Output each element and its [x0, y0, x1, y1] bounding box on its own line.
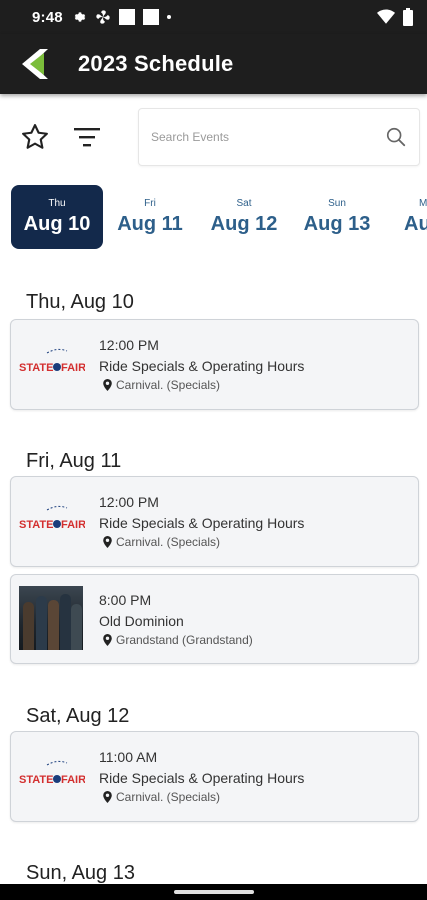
- date-tab-date: Aug 10: [23, 213, 91, 235]
- state-fair-logo: STATE FAIR: [17, 487, 85, 553]
- back-arrow-icon: [22, 49, 48, 79]
- section-heading: Sat, Aug 12: [26, 705, 130, 727]
- app-header: 2023 Schedule: [0, 34, 427, 94]
- state-fair-logo-text-left: STATE: [19, 519, 53, 531]
- state-fair-logo-text-right: FAIR: [61, 774, 85, 786]
- section-heading: Sun, Aug 13: [26, 862, 135, 884]
- date-tab-weekday: Sat: [236, 198, 252, 209]
- date-tab-date: Au: [404, 213, 427, 235]
- event-time: 11:00 AM: [99, 749, 158, 765]
- state-fair-logo: STATE FAIR: [17, 330, 85, 396]
- system-navigation-bar: [0, 884, 427, 900]
- date-tab-weekday: Thu: [48, 198, 66, 209]
- date-tab-date: Aug 13: [303, 213, 371, 235]
- status-system-icons: [377, 8, 413, 26]
- event-time: 12:00 PM: [99, 337, 159, 353]
- dot-icon: [166, 15, 171, 19]
- search-input[interactable]: [151, 130, 385, 144]
- favorites-button[interactable]: [20, 122, 50, 152]
- search-box[interactable]: [138, 108, 420, 166]
- date-tab-weekday: Fri: [144, 198, 156, 209]
- status-notification-icons: [73, 9, 171, 25]
- toolbar: [0, 106, 427, 168]
- event-time: 8:00 PM: [99, 592, 152, 608]
- event-card[interactable]: STATE FAIR 12:00 PM Ride Specials & Oper…: [10, 476, 419, 567]
- location-pin-icon: [103, 536, 112, 548]
- event-location: Carnival. (Specials): [103, 378, 220, 392]
- event-location: Carnival. (Specials): [103, 535, 220, 549]
- date-tab-aug-12[interactable]: Sat Aug 12: [198, 185, 290, 249]
- battery-icon: [403, 8, 413, 26]
- back-button[interactable]: [4, 34, 64, 94]
- event-location-text: Grandstand (Grandstand): [116, 633, 253, 647]
- date-tab-weekday: M: [419, 198, 427, 209]
- wifi-icon: [377, 9, 395, 24]
- event-location-text: Carnival. (Specials): [116, 378, 221, 392]
- event-title: Ride Specials & Operating Hours: [99, 770, 305, 786]
- section-heading: Thu, Aug 10: [26, 291, 134, 313]
- status-time: 9:48: [32, 8, 63, 26]
- date-tab-weekday: Sun: [328, 198, 346, 209]
- date-tab-aug-14[interactable]: M Au: [385, 185, 427, 249]
- event-time: 12:00 PM: [99, 494, 159, 510]
- event-card[interactable]: 8:00 PM Old Dominion Grandstand (Grandst…: [10, 574, 419, 664]
- date-tab-aug-10[interactable]: Thu Aug 10: [11, 185, 103, 249]
- notification-square-icon: [142, 9, 159, 25]
- gear-icon: [74, 12, 86, 22]
- fan-icon: [96, 10, 110, 24]
- status-bar: 9:48: [0, 0, 427, 34]
- notification-square-icon: [118, 9, 135, 25]
- star-icon: [22, 124, 48, 149]
- filter-button[interactable]: [72, 124, 102, 150]
- location-pin-icon: [103, 791, 112, 803]
- state-fair-logo: STATE FAIR: [17, 742, 85, 808]
- state-fair-logo-text-right: FAIR: [61, 519, 85, 531]
- home-gesture-handle[interactable]: [174, 890, 254, 894]
- date-tab-aug-13[interactable]: Sun Aug 13: [291, 185, 383, 249]
- event-title: Ride Specials & Operating Hours: [99, 358, 305, 374]
- location-pin-icon: [103, 634, 112, 646]
- page-title: 2023 Schedule: [78, 51, 234, 76]
- state-fair-logo-text-right: FAIR: [61, 362, 85, 374]
- event-location-text: Carnival. (Specials): [116, 790, 221, 804]
- event-title: Old Dominion: [99, 613, 184, 629]
- event-location: Grandstand (Grandstand): [103, 633, 253, 647]
- search-icon[interactable]: [385, 126, 407, 148]
- state-fair-logo-text-left: STATE: [19, 362, 53, 374]
- location-pin-icon: [103, 379, 112, 391]
- section-heading: Fri, Aug 11: [26, 450, 122, 472]
- date-strip: Thu Aug 10 Fri Aug 11 Sat Aug 12 Sun Aug…: [0, 185, 427, 251]
- date-tab-aug-11[interactable]: Fri Aug 11: [104, 185, 196, 249]
- date-tab-date: Aug 11: [117, 213, 183, 235]
- band-photo: [17, 585, 85, 651]
- event-location-text: Carnival. (Specials): [116, 535, 221, 549]
- date-tab-date: Aug 12: [210, 213, 278, 235]
- event-card[interactable]: STATE FAIR 11:00 AM Ride Specials & Oper…: [10, 731, 419, 822]
- filter-icon: [74, 128, 100, 147]
- event-title: Ride Specials & Operating Hours: [99, 515, 305, 531]
- state-fair-logo-text-left: STATE: [19, 774, 53, 786]
- event-location: Carnival. (Specials): [103, 790, 220, 804]
- event-card[interactable]: STATE FAIR 12:00 PM Ride Specials & Oper…: [10, 319, 419, 410]
